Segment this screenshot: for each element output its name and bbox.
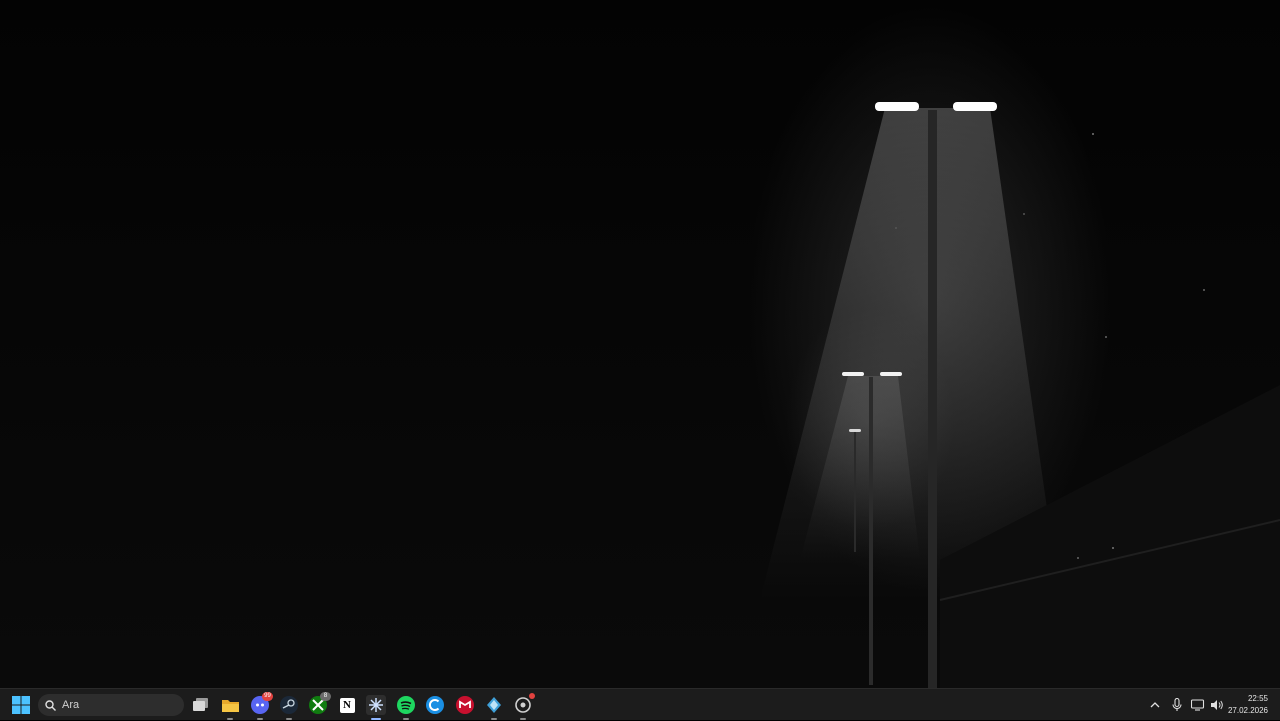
show-hidden-icons-button[interactable] — [1146, 696, 1164, 714]
lamp-light — [842, 372, 864, 376]
lamp-light — [953, 102, 997, 111]
taskbar-app-spotify[interactable] — [396, 695, 416, 720]
steam-icon — [280, 696, 298, 714]
lamp-light — [849, 429, 861, 432]
taskbar-app-browser[interactable] — [513, 693, 535, 720]
task-view-icon — [193, 698, 208, 711]
lamp-light — [880, 372, 902, 376]
search-icon — [45, 699, 56, 711]
speaker-icon — [1211, 700, 1223, 710]
taskbar-app-notion[interactable]: N — [337, 695, 357, 715]
lamp-post — [854, 432, 856, 552]
notification-dot — [529, 693, 535, 699]
lamp-post — [869, 377, 873, 685]
snowflake — [1092, 133, 1094, 135]
snowflake — [895, 227, 897, 229]
taskbar-app-perplexity[interactable] — [366, 695, 386, 720]
start-button[interactable] — [12, 696, 30, 714]
perplexity-icon — [369, 698, 383, 712]
clock-time: 22:55 — [1247, 694, 1268, 703]
taskbar-app-discord[interactable]: 99 — [250, 692, 273, 720]
notification-badge: 99 — [262, 692, 273, 701]
taskbar-app-copilot[interactable] — [425, 695, 445, 715]
snowflake — [1203, 289, 1205, 291]
volume-button[interactable] — [1208, 696, 1226, 714]
chevron-up-icon — [1150, 702, 1160, 708]
notion-icon: N — [339, 697, 355, 713]
microphone-icon — [1172, 698, 1182, 711]
notion-letter: N — [343, 699, 351, 711]
network-button[interactable] — [1189, 696, 1207, 714]
desktop-wallpaper — [0, 0, 1280, 688]
taskbar-app-file-explorer[interactable] — [220, 695, 240, 720]
windows-logo-icon — [12, 696, 30, 714]
clock-date: 27.02.2026 — [1227, 706, 1268, 715]
taskbar-app-steam[interactable] — [279, 695, 299, 720]
browser-icon — [515, 697, 531, 713]
folder-icon — [221, 700, 239, 712]
taskbar-app-security[interactable] — [484, 695, 504, 720]
taskbar-app-mcafee[interactable] — [455, 695, 475, 715]
network-icon — [1191, 699, 1205, 711]
clock[interactable]: 22:55 27.02.2026 — [1228, 693, 1268, 717]
shield-icon — [487, 697, 501, 713]
snowflake — [1023, 213, 1025, 215]
search-box[interactable]: Ara — [38, 694, 184, 716]
notification-badge: 8 — [320, 692, 331, 701]
mcafee-icon — [456, 696, 474, 714]
search-placeholder: Ara — [62, 699, 80, 711]
lamp-light — [875, 102, 919, 111]
system-tray — [1146, 689, 1226, 721]
snowflake — [1105, 336, 1107, 338]
snowflake — [1112, 547, 1114, 549]
spotify-icon — [397, 696, 415, 714]
snowflake — [1077, 557, 1079, 559]
wallpaper-scene — [760, 102, 1280, 688]
taskbar-app-xbox[interactable]: 8 — [308, 692, 331, 715]
copilot-icon — [426, 696, 444, 714]
lamp-post — [928, 110, 937, 688]
task-view-button[interactable] — [191, 695, 211, 715]
microphone-button[interactable] — [1168, 696, 1186, 714]
taskbar: Ara 99 8 N 22:55 27.02.2026 — [0, 688, 1280, 720]
